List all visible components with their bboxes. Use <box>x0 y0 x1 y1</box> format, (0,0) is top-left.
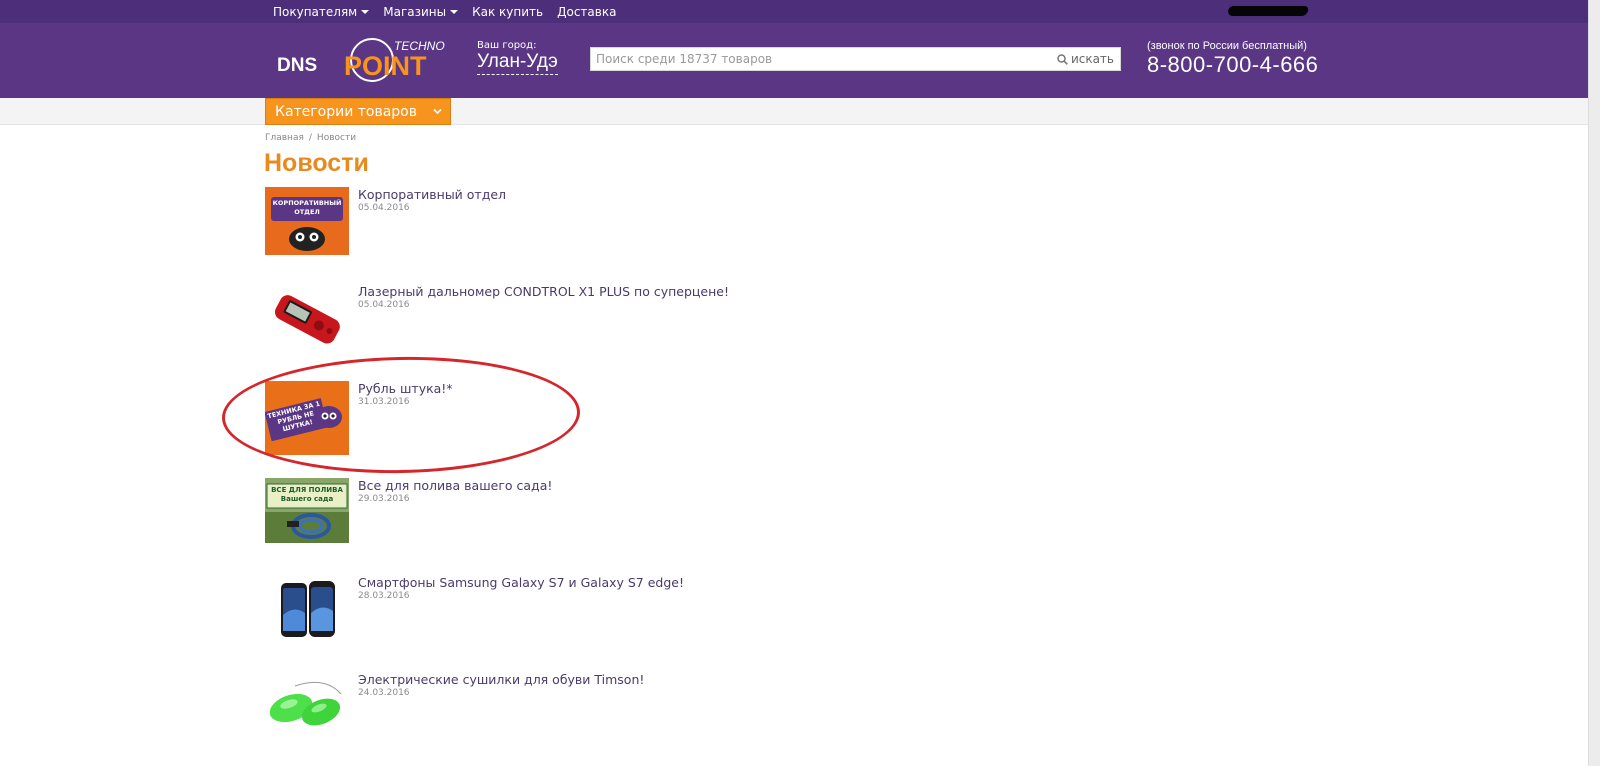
breadcrumb-separator: / <box>308 133 312 143</box>
site-header: DNS POINT TECHNO Ваш город: Улан-Удэ иск… <box>0 23 1600 98</box>
news-thumbnail-garden[interactable]: ВСЕ ДЛЯ ПОЛИВА Вашего сада <box>265 478 349 543</box>
logo-point-text: POINT <box>344 51 427 81</box>
news-title[interactable]: Все для полива вашего сада! <box>358 478 552 493</box>
news-item: Электрические сушилки для обуви Timson! … <box>265 672 865 752</box>
page-title: Новости <box>264 149 369 177</box>
news-title[interactable]: Лазерный дальномер CONDTROL X1 PLUS по с… <box>358 284 729 299</box>
news-item: Смартфоны Samsung Galaxy S7 и Galaxy S7 … <box>265 575 865 655</box>
news-date: 28.03.2016 <box>358 591 410 601</box>
breadcrumb-current: Новости <box>316 133 357 143</box>
shoe-dryer-image <box>265 672 349 740</box>
news-date: 05.04.2016 <box>358 203 410 213</box>
topnav-item-label: Покупателям <box>273 4 358 19</box>
laser-rangefinder-image <box>265 284 349 352</box>
thumb-caption: ВСЕ ДЛЯ ПОЛИВА Вашего сада <box>271 486 343 503</box>
news-item: ВСЕ ДЛЯ ПОЛИВА Вашего сада Все для полив… <box>265 478 865 558</box>
search-button-label: искать <box>1070 52 1114 66</box>
redacted-account-mark <box>1226 6 1310 16</box>
breadcrumb-home[interactable]: Главная <box>265 133 304 143</box>
search-input[interactable] <box>591 48 1051 70</box>
city-selector[interactable]: Ваш город: Улан-Удэ <box>477 40 558 75</box>
news-date: 05.04.2016 <box>358 300 410 310</box>
topnav-item-delivery[interactable]: Доставка <box>557 5 616 19</box>
top-nav: Покупателям Магазины Как купить Доставка <box>273 0 616 23</box>
news-title[interactable]: Корпоративный отдел <box>358 187 506 202</box>
caret-down-icon <box>361 9 370 14</box>
news-item: ТЕХНИКА ЗА 1 РУБЛЬ НЕ ШУТКА! Рубль штука… <box>265 381 865 461</box>
topnav-item-label: Магазины <box>383 4 447 19</box>
thumb-caption: КОРПОРАТИВНЫЙ ОТДЕЛ <box>272 199 342 216</box>
news-title[interactable]: Смартфоны Samsung Galaxy S7 и Galaxy S7 … <box>358 575 684 590</box>
garden-watering-image: ВСЕ ДЛЯ ПОЛИВА Вашего сада <box>265 478 349 543</box>
news-date: 31.03.2016 <box>358 397 410 407</box>
topnav-item-how-to-buy[interactable]: Как купить <box>472 5 543 19</box>
categories-button[interactable]: Категории товаров <box>265 98 451 125</box>
city-name[interactable]: Улан-Удэ <box>477 51 558 75</box>
city-caption: Ваш город: <box>477 40 537 51</box>
phone-number[interactable]: 8-800-700-4-666 <box>1147 52 1318 78</box>
news-date: 24.03.2016 <box>358 688 410 698</box>
ruble-promo-image: ТЕХНИКА ЗА 1 РУБЛЬ НЕ ШУТКА! <box>265 381 349 455</box>
logo-dns-text: DNS <box>277 55 317 76</box>
news-thumbnail-corporate[interactable]: КОРПОРАТИВНЫЙ ОТДЕЛ <box>265 187 349 255</box>
search-box: искать <box>590 47 1121 71</box>
samsung-phones-image <box>265 575 349 643</box>
search-button[interactable]: искать <box>1051 52 1120 66</box>
top-bar: Покупателям Магазины Как купить Доставка <box>0 0 1600 23</box>
phone-note: (звонок по России бесплатный) <box>1147 40 1307 52</box>
topnav-item-stores[interactable]: Магазины <box>383 4 459 19</box>
news-date: 29.03.2016 <box>358 494 410 504</box>
news-thumbnail-rangefinder[interactable] <box>265 284 349 352</box>
topnav-item-label: Как купить <box>472 4 544 19</box>
chevron-down-icon <box>433 108 442 115</box>
news-title[interactable]: Электрические сушилки для обуви Timson! <box>358 672 644 687</box>
logo-techno-text: TECHNO <box>394 39 445 53</box>
news-item: КОРПОРАТИВНЫЙ ОТДЕЛ Корпоративный отдел … <box>265 187 865 267</box>
breadcrumb: Главная / Новости <box>265 133 356 143</box>
search-icon <box>1057 53 1068 65</box>
news-thumbnail-shoe-dryer[interactable] <box>265 672 349 740</box>
window-scrollbar[interactable] <box>1588 0 1600 766</box>
dns-technopoint-logo[interactable]: DNS POINT TECHNO <box>277 36 445 84</box>
topnav-item-label: Доставка <box>557 4 617 19</box>
news-thumbnail-samsung[interactable] <box>265 575 349 643</box>
category-bar: Категории товаров <box>0 98 1600 125</box>
news-thumbnail-ruble[interactable]: ТЕХНИКА ЗА 1 РУБЛЬ НЕ ШУТКА! <box>265 381 349 455</box>
news-item: Лазерный дальномер CONDTROL X1 PLUS по с… <box>265 284 865 364</box>
phone-block: (звонок по России бесплатный) 8-800-700-… <box>1147 40 1318 78</box>
caret-down-icon <box>450 9 459 14</box>
news-title[interactable]: Рубль штука!* <box>358 381 453 396</box>
topnav-item-buyers[interactable]: Покупателям <box>273 4 370 19</box>
categories-label: Категории товаров <box>275 103 417 120</box>
corporate-robot-image: КОРПОРАТИВНЫЙ ОТДЕЛ <box>265 187 349 255</box>
